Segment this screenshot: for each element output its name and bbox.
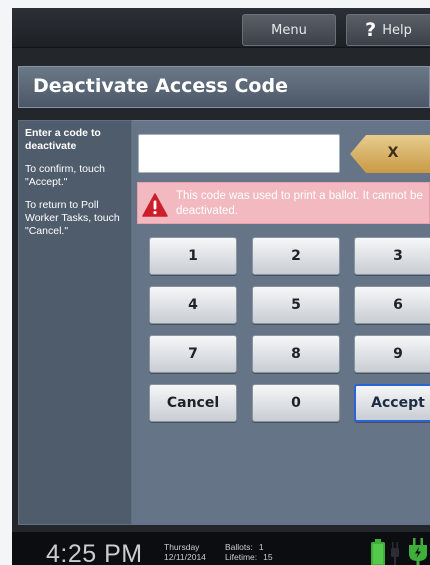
ballots-count: Ballots: 1 [225, 542, 273, 552]
key-label: 3 [393, 248, 403, 264]
cancel-button-label: Cancel [166, 395, 220, 411]
key-label: 6 [393, 297, 403, 313]
key-5[interactable]: 5 [252, 286, 340, 324]
battery-icon [371, 539, 385, 565]
key-label: 7 [188, 346, 198, 362]
key-7[interactable]: 7 [149, 335, 237, 373]
alert-message: This code was used to print a ballot. It… [176, 190, 423, 217]
lifetime-label: Lifetime: [225, 552, 258, 562]
help-icon: ? [365, 19, 377, 41]
clear-button[interactable]: X [350, 135, 430, 173]
key-1[interactable]: 1 [149, 237, 237, 275]
lifetime-value: 15 [263, 552, 273, 562]
instruction-return: To return to Poll Worker Tasks, touch "C… [25, 199, 120, 237]
error-alert: This code was used to print a ballot. It… [137, 182, 430, 224]
accept-button[interactable]: Accept [354, 384, 430, 422]
key-2[interactable]: 2 [252, 237, 340, 275]
key-6[interactable]: 6 [354, 286, 430, 324]
key-label: 8 [291, 346, 301, 362]
screen: Menu ? Help Deactivate Access Code Enter… [12, 8, 430, 565]
help-button[interactable]: ? Help [346, 14, 430, 46]
instruction-confirm: To confirm, touch "Accept." [25, 163, 105, 188]
ballots-label: Ballots: [225, 542, 253, 552]
menu-button-label: Menu [271, 22, 307, 38]
key-8[interactable]: 8 [252, 335, 340, 373]
device-frame: Menu ? Help Deactivate Access Code Enter… [0, 0, 430, 565]
title-bar: Deactivate Access Code [18, 66, 430, 108]
instruction-heading: Enter a code to deactivate [25, 127, 101, 152]
instructions-panel: Enter a code to deactivate To confirm, t… [18, 120, 132, 525]
key-0[interactable]: 0 [252, 384, 340, 422]
ballots-value: 1 [258, 542, 264, 552]
key-label: 9 [393, 346, 403, 362]
page-title: Deactivate Access Code [33, 75, 288, 97]
date-display: Thursday 12/11/2014 [164, 542, 206, 562]
clock: 4:25 PM [46, 540, 143, 565]
menu-button[interactable]: Menu [242, 14, 336, 46]
cancel-button[interactable]: Cancel [149, 384, 237, 422]
key-label: 4 [188, 297, 198, 313]
access-code-input[interactable] [138, 134, 340, 173]
key-label: 1 [188, 248, 198, 264]
top-bar: Menu ? Help [12, 8, 430, 48]
key-3[interactable]: 3 [354, 237, 430, 275]
plug-icon [391, 542, 399, 565]
key-label: 2 [291, 248, 301, 264]
key-4[interactable]: 4 [149, 286, 237, 324]
power-icon [409, 538, 427, 565]
key-label: 0 [291, 395, 301, 411]
day-text: Thursday [164, 542, 200, 552]
accept-button-label: Accept [371, 395, 425, 411]
date-text: 12/11/2014 [164, 552, 206, 562]
warning-icon [142, 193, 168, 217]
key-label: 5 [291, 297, 301, 313]
key-9[interactable]: 9 [354, 335, 430, 373]
main-panel: X This code was used to print a ballot. … [132, 120, 430, 525]
ballot-counts: Ballots: 1 Lifetime: 15 [225, 542, 273, 562]
clear-button-label: X [387, 145, 399, 161]
help-button-label: Help [382, 22, 412, 38]
lifetime-count: Lifetime: 15 [225, 552, 273, 562]
status-bar: 4:25 PM Thursday 12/11/2014 Ballots: 1 Li… [12, 532, 430, 565]
